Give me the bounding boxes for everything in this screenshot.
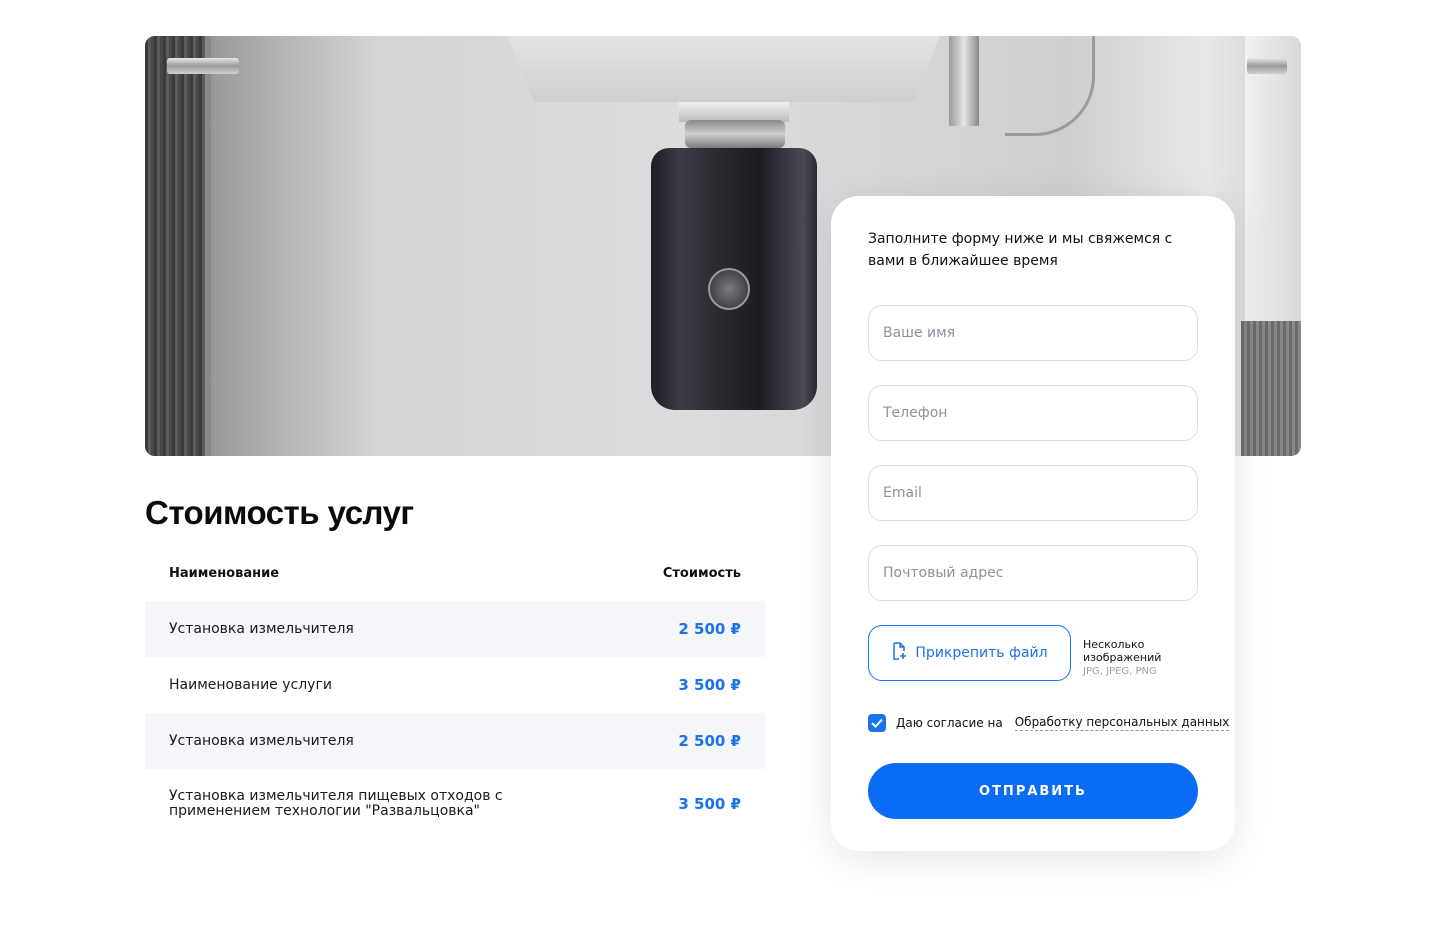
consent-checkbox[interactable]	[868, 714, 886, 732]
attach-note: Несколько изображений	[1083, 638, 1162, 664]
name-field[interactable]	[868, 305, 1198, 361]
cabinet-door-left	[145, 36, 205, 456]
sink-bowl	[508, 36, 940, 102]
service-price: 3 500 ₽	[678, 795, 741, 813]
water-hose	[1005, 36, 1095, 136]
service-name: Установка измельчителя	[169, 732, 354, 749]
privacy-link[interactable]: Обработку персональных данных	[1014, 715, 1230, 731]
file-add-icon	[891, 642, 907, 664]
phone-field[interactable]	[868, 385, 1198, 441]
service-name: Наименование услуги	[169, 676, 332, 693]
service-price: 3 500 ₽	[678, 676, 741, 694]
pricing-title: Стоимость услуг	[145, 494, 414, 531]
table-row: Установка измельчителя пищевых отходов с…	[145, 769, 765, 839]
service-name: Установка измельчителя	[169, 620, 354, 637]
hinge-right	[1247, 58, 1287, 74]
pricing-table: Наименование Стоимость Установка измельч…	[145, 546, 765, 839]
email-field[interactable]	[868, 465, 1198, 521]
service-name: Установка измельчителя пищевых отходов с…	[169, 788, 503, 819]
attach-types: JPG, JPEG, PNG	[1083, 666, 1157, 677]
contact-form-card: Заполните форму ниже и мы свяжемся с вам…	[831, 196, 1235, 851]
form-intro: Заполните форму ниже и мы свяжемся с вам…	[868, 231, 1173, 269]
table-row: Установка измельчителя 2 500 ₽	[145, 713, 765, 769]
table-row: Установка измельчителя 2 500 ₽	[145, 601, 765, 657]
cabinet-door-edge	[205, 36, 211, 456]
mount-ring	[685, 120, 785, 148]
submit-button[interactable]: ОТПРАВИТЬ	[868, 763, 1198, 819]
header-price: Стоимость	[662, 566, 741, 581]
checkmark-icon	[871, 718, 883, 728]
service-price: 2 500 ₽	[678, 620, 741, 638]
table-row: Наименование услуги 3 500 ₽	[145, 657, 765, 713]
attach-file-button[interactable]: Прикрепить файл	[868, 625, 1071, 681]
consent-text: Даю согласие на	[896, 716, 1003, 730]
header-name: Наименование	[169, 566, 280, 581]
consent-row: Даю согласие на Обработку персональных д…	[868, 714, 1230, 732]
disposer-badge	[708, 268, 750, 310]
cabinet-door-right-lower	[1241, 321, 1301, 456]
drain-pipe	[949, 36, 979, 126]
sink-flange	[679, 102, 789, 122]
attach-label: Прикрепить файл	[915, 645, 1048, 661]
address-field[interactable]	[868, 545, 1198, 601]
table-header: Наименование Стоимость	[145, 546, 765, 601]
service-price: 2 500 ₽	[678, 732, 741, 750]
hinge-left	[167, 58, 239, 74]
